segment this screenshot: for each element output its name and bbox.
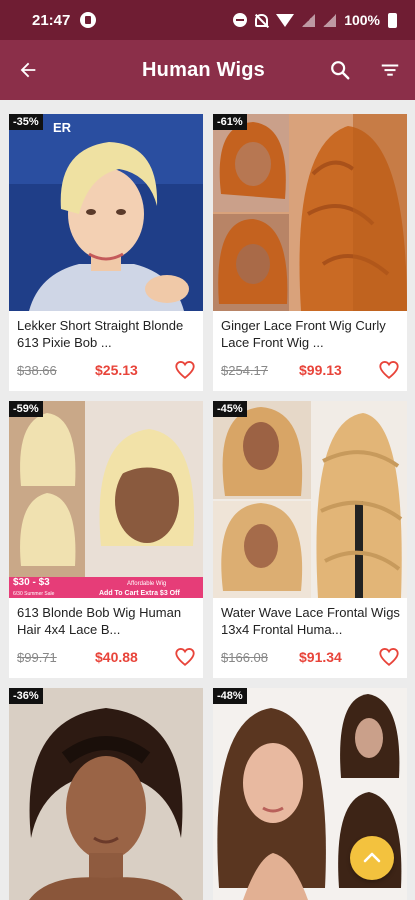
price-row: $166.08 $91.34	[221, 646, 401, 668]
product-card[interactable]: -61% Ginger Lace Front Wig Curly Lace Fr…	[213, 114, 407, 391]
product-card[interactable]: -45% Water Wave Lace Frontal Wigs 13x4 F…	[213, 401, 407, 678]
sale-price: $91.34	[299, 649, 342, 665]
signal-icon	[302, 13, 316, 27]
arrow-back-icon	[20, 62, 36, 78]
favorite-button[interactable]	[173, 358, 197, 382]
search-button[interactable]	[315, 40, 365, 100]
status-icons: 100%	[233, 12, 397, 28]
heart-icon	[379, 361, 399, 379]
banner-price-range: $30 - $3	[13, 577, 50, 588]
do-not-disturb-icon	[233, 13, 248, 27]
favorite-button[interactable]	[377, 358, 401, 382]
brand-logo-text: ER	[53, 120, 72, 135]
product-title[interactable]: Lekker Short Straight Blonde 613 Pixie B…	[17, 317, 197, 351]
favorite-button[interactable]	[377, 645, 401, 669]
original-price: $254.17	[221, 362, 268, 378]
heart-icon	[175, 361, 195, 379]
product-card[interactable]: $30 - $3 Affordable Wig 6/30 Summer Sale…	[9, 401, 203, 678]
discount-badge: -59%	[9, 401, 43, 417]
status-bar: 21:47 100%	[0, 0, 415, 40]
product-card[interactable]: ER -35% Lekker Short Straight Blonde 613…	[9, 114, 203, 391]
battery-icon	[388, 12, 397, 28]
product-title[interactable]: Ginger Lace Front Wig Curly Lace Front W…	[221, 317, 401, 351]
page-title: Human Wigs	[142, 58, 265, 81]
price-row: $254.17 $99.13	[221, 359, 401, 381]
product-title[interactable]: 613 Blonde Bob Wig Human Hair 4x4 Lace B…	[17, 604, 197, 638]
filter-button[interactable]	[365, 40, 415, 100]
search-icon	[331, 61, 350, 80]
product-image[interactable]: ER	[9, 114, 203, 311]
product-image[interactable]: $30 - $3 Affordable Wig 6/30 Summer Sale…	[9, 401, 203, 598]
discount-badge: -61%	[213, 114, 247, 130]
banner-sale-text: 6/30 Summer Sale	[13, 591, 55, 597]
original-price: $99.71	[17, 649, 57, 665]
product-card[interactable]: -36%	[9, 688, 203, 900]
discount-badge: -36%	[9, 688, 43, 704]
discount-badge: -35%	[9, 114, 43, 130]
bell-off-icon	[255, 13, 269, 27]
filter-icon	[381, 64, 399, 76]
product-image[interactable]	[213, 114, 407, 311]
wifi-icon	[276, 13, 295, 27]
banner-cart-text: Add To Cart Extra $3 Off	[99, 590, 180, 597]
signal-icon-2	[323, 13, 337, 27]
discount-badge: -45%	[213, 401, 247, 417]
chevron-up-icon	[363, 852, 381, 863]
battery-percent: 100%	[344, 12, 380, 28]
original-price: $38.66	[17, 362, 57, 378]
app-bar: Human Wigs	[0, 40, 415, 100]
heart-icon	[175, 648, 195, 666]
price-row: $38.66 $25.13	[17, 359, 197, 381]
sale-price: $25.13	[95, 362, 138, 378]
product-image[interactable]	[9, 688, 203, 900]
app-notification-icon	[80, 12, 97, 28]
back-button[interactable]	[0, 40, 56, 100]
product-image[interactable]	[213, 401, 407, 598]
sale-price: $99.13	[299, 362, 342, 378]
scroll-to-top-button[interactable]	[350, 836, 394, 880]
price-row: $99.71 $40.88	[17, 646, 197, 668]
status-time: 21:47	[32, 11, 71, 29]
product-title[interactable]: Water Wave Lace Frontal Wigs 13x4 Fronta…	[221, 604, 401, 638]
discount-badge: -48%	[213, 688, 247, 704]
banner-tag: Affordable Wig	[127, 581, 166, 587]
favorite-button[interactable]	[173, 645, 197, 669]
heart-icon	[379, 648, 399, 666]
product-grid: ER -35% Lekker Short Straight Blonde 613…	[0, 100, 415, 900]
original-price: $166.08	[221, 649, 268, 665]
sale-price: $40.88	[95, 649, 138, 665]
